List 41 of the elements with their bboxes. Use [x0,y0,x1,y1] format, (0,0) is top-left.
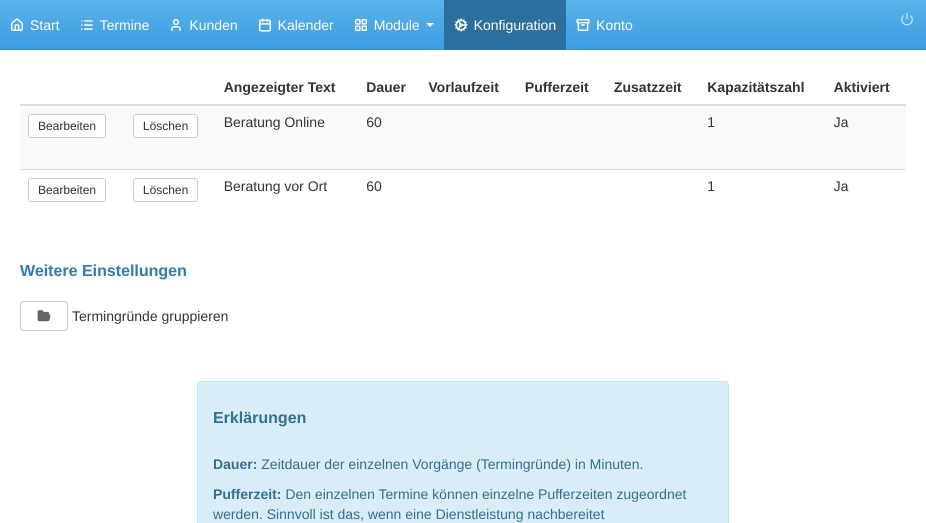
column-header: Aktiviert [834,79,890,95]
info-paragraph: Pufferzeit: Den einzelnen Termine können einzelne Pufferzeiten zugeordnet werden. Sinnvoll ist das, wenn eine Dienstleistung nachbereitet [213,485,688,523]
table-cell: Beratung vor Ort [224,178,328,194]
nav-item[interactable]: Module [344,0,444,50]
column-header: Dauer [366,79,406,95]
table-cell: 1 [707,114,716,130]
delete-button[interactable]: Löschen [132,178,198,202]
table-cell: 60 [366,114,382,130]
table-cell: Ja [834,178,848,194]
section-title: Weitere Einstellungen [20,263,188,281]
grid-icon [354,18,368,32]
column-header: Kapazitätszahl [707,79,804,95]
user-icon [169,18,184,32]
home-icon [10,18,24,32]
column-header: Pufferzeit [524,79,589,95]
group-label: Termingründe gruppieren [72,308,228,324]
folder-button[interactable] [20,301,68,331]
nav-item[interactable]: Kunden [159,0,248,50]
nav-item[interactable]: Konfiguration [444,0,566,50]
nav-item[interactable]: Kalender [248,0,344,50]
nav-item[interactable]: Termine [70,0,160,50]
table-cell: Ja [834,114,848,130]
table-cell: Beratung Online [224,114,325,130]
table-cell: 1 [707,178,716,194]
column-header: Zusatzzeit [614,79,682,95]
calendar-icon [258,18,272,32]
table-cell: 60 [366,178,382,194]
column-header: Vorlaufzeit [428,79,499,95]
info-title: Erklärungen [213,410,308,428]
column-header: Angezeigter Text [224,79,336,95]
power-icon [900,12,914,26]
list-icon [80,18,94,32]
edit-button[interactable]: Bearbeiten [28,178,106,202]
info-paragraph: Dauer: Zeitdauer der einzelnen Vorgänge (Termingründe) in Minuten. [213,455,644,474]
delete-button[interactable]: Löschen [132,114,198,138]
edit-button[interactable]: Bearbeiten [28,114,106,138]
archive-box-icon [576,18,590,32]
gear-icon [454,18,468,32]
nav-item[interactable]: Start [0,0,70,50]
folder-icon [37,309,51,323]
nav-item[interactable]: Konto [566,0,643,50]
